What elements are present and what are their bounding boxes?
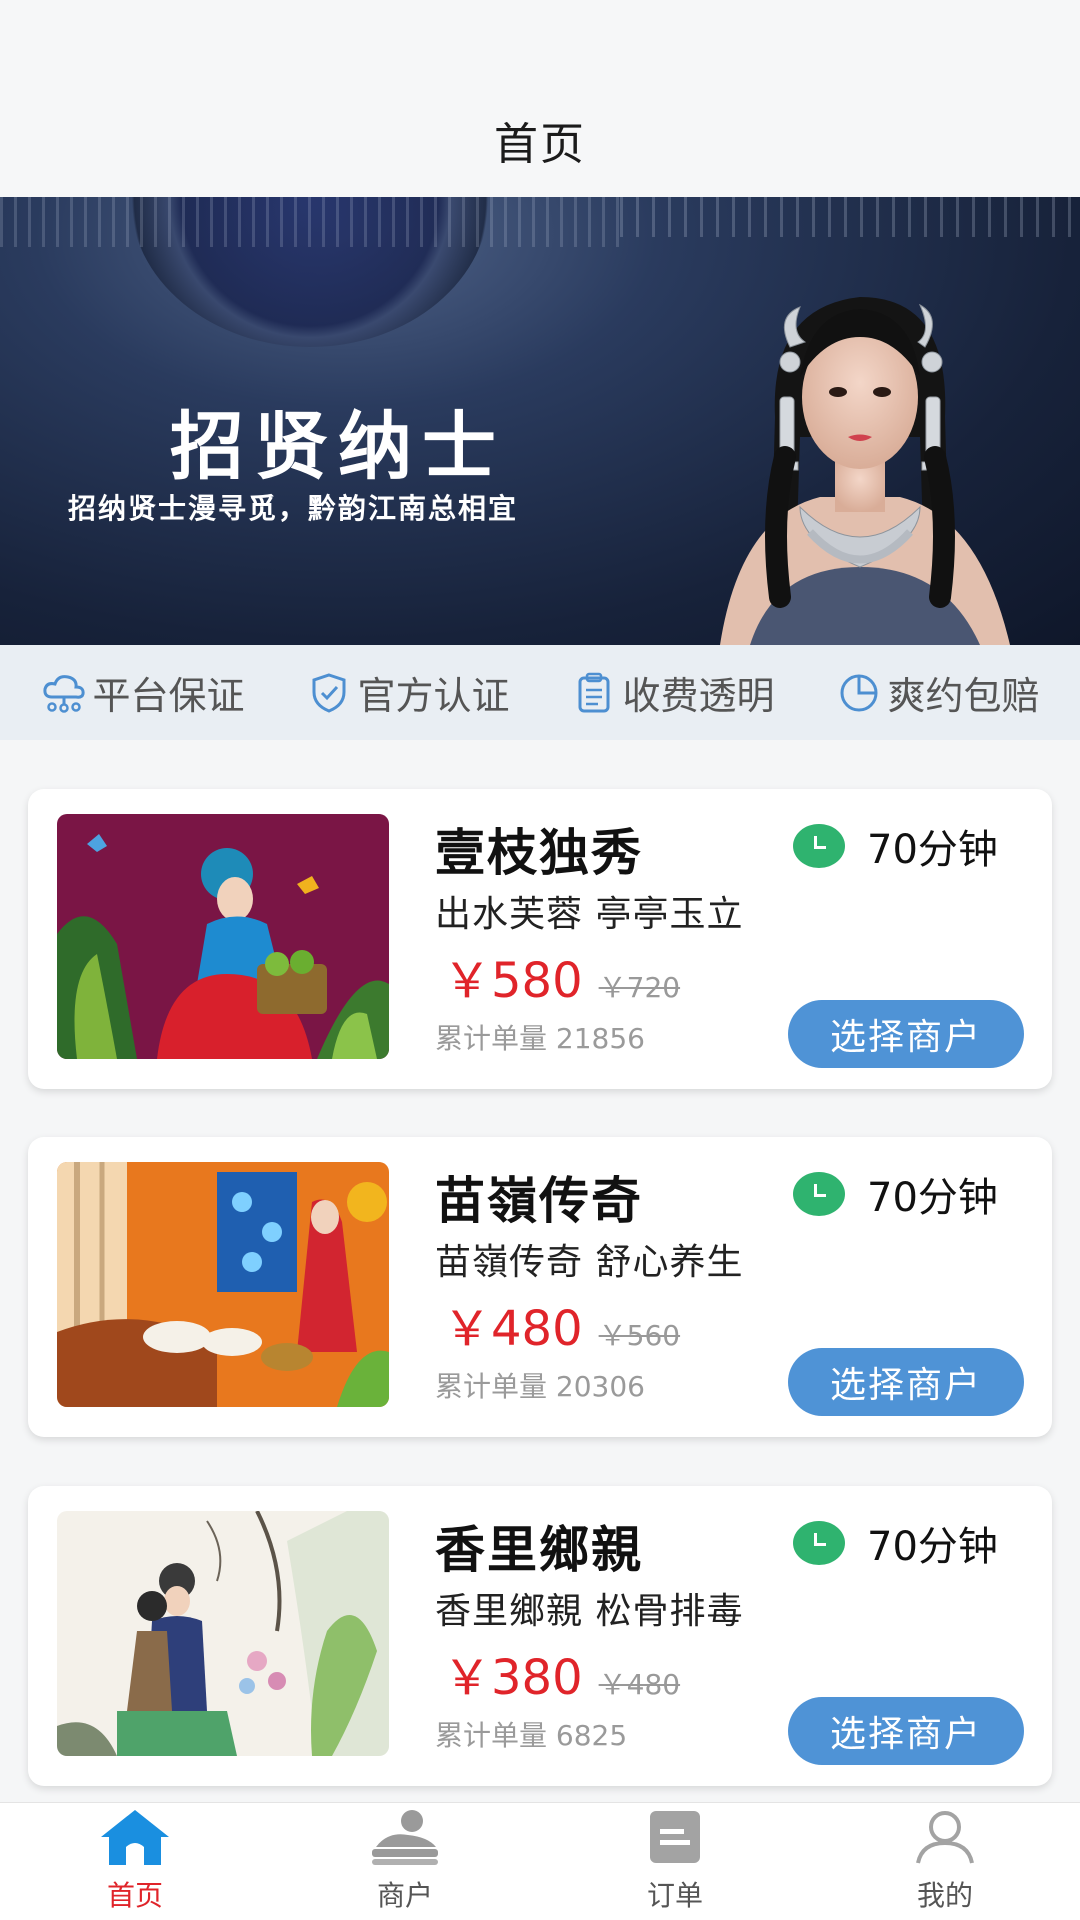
price-current: ￥380 [443, 1650, 583, 1706]
clock-icon [793, 824, 845, 868]
banner-decor-fringe-right [620, 197, 1080, 237]
tab-mine[interactable]: 我的 [810, 1803, 1080, 1920]
price-current: ￥480 [443, 1301, 583, 1357]
merchant-icon [368, 1806, 442, 1868]
user-icon [908, 1806, 982, 1868]
service-name: 香里鄉親 [435, 1521, 643, 1579]
service-price: ￥580 ￥720 [443, 941, 680, 1011]
page: 首页 招贤纳士 招纳贤士漫寻觅，黔韵江南总相宜 平台保证 官方认证 收费透明 爽… [0, 0, 1080, 1920]
shield-check-icon [305, 669, 353, 717]
feature-no-show-compensation: 爽约包赔 [835, 665, 1040, 720]
sales-count: 累计单量 6825 [435, 1719, 628, 1752]
feature-official-cert: 官方认证 [305, 665, 510, 720]
service-duration: 70分钟 [793, 1514, 998, 1572]
select-merchant-button[interactable]: 选择商户 [788, 1697, 1024, 1765]
banner-subtitle: 招纳贤士漫寻觅，黔韵江南总相宜 [68, 492, 519, 525]
price-current: ￥580 [443, 953, 583, 1009]
feature-label: 收费透明 [622, 674, 775, 718]
clock-icon [793, 1521, 845, 1565]
order-icon [638, 1806, 712, 1868]
service-price: ￥480 ￥560 [443, 1289, 680, 1359]
tab-merchant[interactable]: 商户 [270, 1803, 540, 1920]
tab-label: 首页 [106, 1879, 163, 1912]
duration-text: 70分钟 [867, 1175, 998, 1221]
service-image [57, 814, 389, 1059]
service-name: 苗嶺传奇 [435, 1172, 643, 1230]
service-duration: 70分钟 [793, 817, 998, 875]
feature-bar: 平台保证 官方认证 收费透明 爽约包赔 [0, 645, 1080, 740]
tab-label: 订单 [646, 1879, 703, 1912]
price-original: ￥480 [598, 1668, 681, 1701]
duration-text: 70分钟 [867, 827, 998, 873]
bottom-tab-bar: 首页 商户 订单 我的 [0, 1802, 1080, 1920]
service-description: 出水芙蓉 亭亭玉立 [435, 894, 744, 935]
tab-label: 商户 [376, 1879, 433, 1912]
service-price: ￥380 ￥480 [443, 1638, 680, 1708]
feature-label: 平台保证 [92, 674, 245, 718]
service-image [57, 1162, 389, 1407]
page-title: 首页 [494, 119, 586, 170]
service-card[interactable]: 壹枝独秀 70分钟 出水芙蓉 亭亭玉立 ￥580 ￥720 累计单量 21856… [28, 789, 1052, 1089]
service-description: 苗嶺传奇 舒心养生 [435, 1242, 744, 1283]
clipboard-icon [570, 669, 618, 717]
select-merchant-button[interactable]: 选择商户 [788, 1000, 1024, 1068]
duration-text: 70分钟 [867, 1524, 998, 1570]
service-duration: 70分钟 [793, 1165, 998, 1223]
feature-platform-guarantee: 平台保证 [40, 665, 245, 720]
clock-icon [835, 669, 883, 717]
service-name: 壹枝独秀 [435, 824, 643, 882]
feature-label: 官方认证 [357, 674, 510, 718]
tab-order[interactable]: 订单 [540, 1803, 810, 1920]
banner[interactable]: 招贤纳士 招纳贤士漫寻觅，黔韵江南总相宜 [0, 197, 1080, 645]
select-merchant-button[interactable]: 选择商户 [788, 1348, 1024, 1416]
sales-count: 累计单量 21856 [435, 1022, 645, 1055]
tab-home[interactable]: 首页 [0, 1803, 270, 1920]
top-header: 首页 [0, 0, 1080, 197]
price-original: ￥560 [598, 1319, 681, 1352]
feature-transparent-fee: 收费透明 [570, 665, 775, 720]
service-image [57, 1511, 389, 1756]
clock-icon [793, 1172, 845, 1216]
feature-label: 爽约包赔 [887, 674, 1040, 718]
home-icon [98, 1806, 172, 1868]
price-original: ￥720 [598, 971, 681, 1004]
banner-title: 招贤纳士 [170, 404, 506, 490]
sales-count: 累计单量 20306 [435, 1370, 645, 1403]
cloud-network-icon [40, 669, 88, 717]
service-card[interactable]: 香里鄉親 70分钟 香里鄉親 松骨排毒 ￥380 ￥480 累计单量 6825 … [28, 1486, 1052, 1786]
tab-label: 我的 [916, 1879, 973, 1912]
service-description: 香里鄉親 松骨排毒 [435, 1591, 744, 1632]
banner-model-image [720, 297, 1010, 645]
service-card[interactable]: 苗嶺传奇 70分钟 苗嶺传奇 舒心养生 ￥480 ￥560 累计单量 20306… [28, 1137, 1052, 1437]
banner-decor-fringe [0, 197, 620, 247]
